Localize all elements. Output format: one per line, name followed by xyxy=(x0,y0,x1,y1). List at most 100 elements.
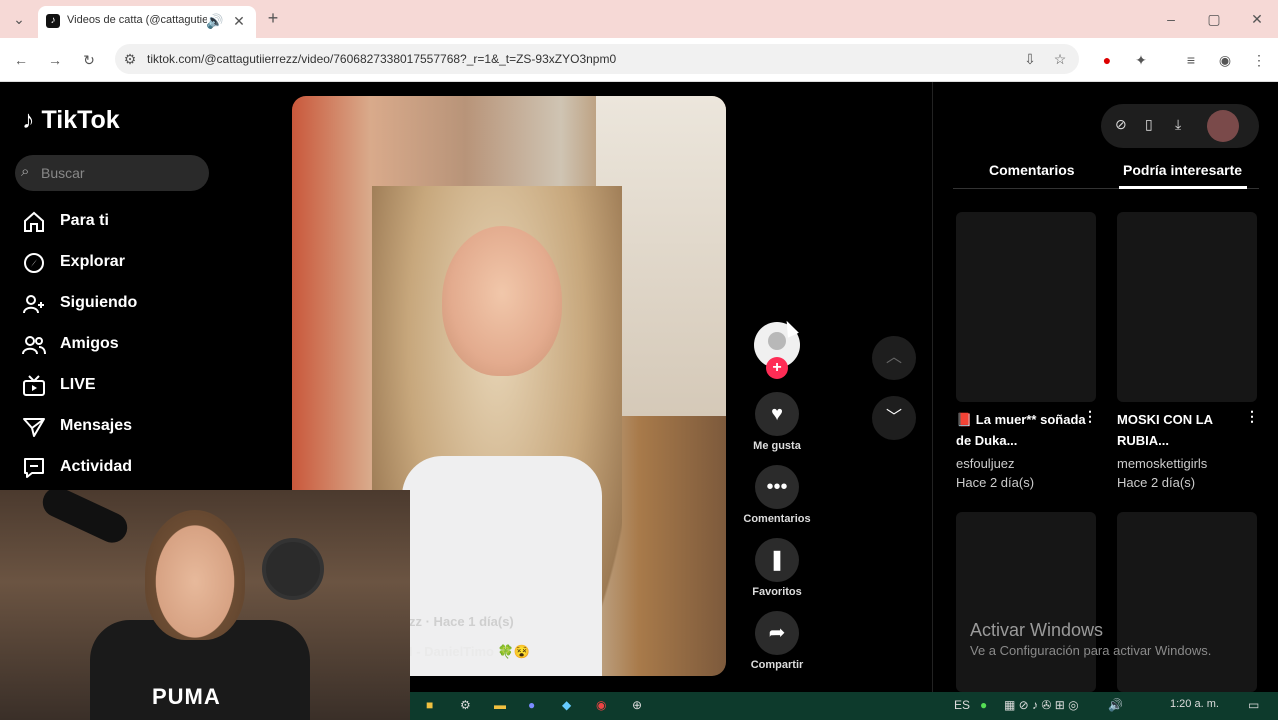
browser-tab-bar: ⌄ ♪ Videos de catta (@cattagutierrezz) 🔊… xyxy=(0,0,1278,38)
app-icon-2[interactable]: ⚙ xyxy=(460,698,471,712)
video-tools-pill: ⊘ ▯ ⤓ xyxy=(1101,104,1259,148)
share-button[interactable]: ➦ Compartir xyxy=(738,611,816,671)
maximize-button[interactable]: ▢ xyxy=(1205,11,1223,27)
app-icon-7[interactable]: ⊕ xyxy=(632,698,642,712)
more-options-icon[interactable]: ⋮ xyxy=(1083,408,1097,425)
device-icon[interactable]: ▯ xyxy=(1145,116,1153,133)
share-label: Compartir xyxy=(750,659,804,671)
suggestion-title[interactable]: 📕 La muer** soñada de Duka... xyxy=(956,409,1086,451)
share-icon: ➦ xyxy=(755,611,799,655)
search-icon: ⌕ xyxy=(21,163,30,180)
suggestion-thumbnail[interactable] xyxy=(956,212,1096,402)
tab-search-icon[interactable]: ⌄ xyxy=(10,11,28,27)
compass-icon xyxy=(24,253,44,273)
tab-title: Videos de catta (@cattagutierrezz) xyxy=(67,14,207,26)
live-icon xyxy=(23,375,45,396)
menu-icon[interactable]: ⋮ xyxy=(1250,52,1268,68)
nav-label: Siguiendo xyxy=(60,294,138,311)
friends-icon xyxy=(22,336,46,355)
more-options-icon[interactable]: ⋮ xyxy=(1245,408,1259,425)
chrome-icon[interactable]: ◉ xyxy=(596,698,606,712)
nav-label: Amigos xyxy=(60,335,119,352)
clock[interactable]: 1:20 a. m. xyxy=(1170,698,1219,710)
next-video-button[interactable]: ﹀ xyxy=(872,396,916,440)
tiktok-logo[interactable]: ♪ TikTok xyxy=(22,106,120,135)
nav-label: Actividad xyxy=(60,458,133,475)
favorites-label: Favoritos xyxy=(752,586,802,598)
microphone-arm xyxy=(37,490,133,548)
favorites-button[interactable]: ❚ Favoritos xyxy=(738,538,816,598)
tab-podria-interesarte[interactable]: Podría interesarte xyxy=(1123,162,1242,178)
shirt-logo-text: PUMA xyxy=(152,684,221,709)
suggestion-thumbnail[interactable] xyxy=(1117,512,1257,692)
nav-label: Explorar xyxy=(60,253,125,270)
suggestion-user[interactable]: esfouljuez xyxy=(956,456,1015,471)
tiktok-favicon-icon: ♪ xyxy=(46,14,60,28)
file-explorer-icon[interactable]: ▬ xyxy=(494,698,506,712)
language-indicator[interactable]: ES xyxy=(954,698,970,712)
browser-tab[interactable]: ♪ Videos de catta (@cattagutierrezz) 🔊 ✕ xyxy=(38,6,256,38)
url-field[interactable]: ⚙ tiktok.com/@cattagutiierrezz/video/760… xyxy=(115,44,1079,74)
explore-icon[interactable]: ⊘ xyxy=(1115,116,1127,133)
download-icon[interactable]: ⤓ xyxy=(1175,116,1181,133)
profile-avatar[interactable]: ◉ xyxy=(1216,52,1234,68)
chevron-down-icon: ﹀ xyxy=(885,409,902,426)
home-icon xyxy=(24,211,44,232)
suggestion-title[interactable]: MOSKI CON LA RUBIA... xyxy=(1117,409,1247,451)
volume-icon[interactable]: 🔊 xyxy=(1108,698,1123,712)
site-info-icon[interactable]: ⚙ xyxy=(121,51,139,67)
heart-icon: ♥ xyxy=(755,392,799,436)
suggestion-user[interactable]: memoskettigirls xyxy=(1117,456,1207,471)
video-author-date[interactable]: zz · Hace 1 día(s) xyxy=(409,614,514,629)
logo-text: TikTok xyxy=(41,106,120,134)
like-label: Me gusta xyxy=(753,440,801,452)
comments-button[interactable]: ••• Comentarios xyxy=(738,465,816,525)
active-tab-indicator xyxy=(1119,186,1247,189)
address-toolbar: ← → ↻ ⚙ tiktok.com/@cattagutiierrezz/vid… xyxy=(0,38,1278,82)
follow-button[interactable]: + xyxy=(766,357,788,379)
suggestion-date: Hace 2 día(s) xyxy=(1117,475,1196,490)
new-tab-button[interactable]: + xyxy=(264,9,282,27)
notification-icon[interactable]: ▭ xyxy=(1248,698,1259,712)
search-placeholder: Buscar xyxy=(41,165,85,181)
close-window-button[interactable]: ✕ xyxy=(1248,11,1266,27)
user-avatar[interactable] xyxy=(1207,110,1239,142)
like-button[interactable]: ♥ Me gusta xyxy=(738,392,816,452)
webcam-overlay: PUMA xyxy=(0,490,410,720)
media-icon[interactable]: ≡ xyxy=(1182,52,1200,68)
suggestion-thumbnail[interactable] xyxy=(956,512,1096,692)
tray-icons[interactable]: ▦ ⊘ ♪ ✇ ⊞ ◎ xyxy=(1004,698,1079,712)
reload-icon[interactable]: ↻ xyxy=(80,52,98,68)
video-subject-shirt xyxy=(402,456,602,676)
previous-video-button[interactable]: ︿ xyxy=(872,336,916,380)
app-icon-1[interactable]: ■ xyxy=(426,698,433,712)
opera-icon[interactable]: ● xyxy=(1098,52,1116,68)
whatsapp-icon[interactable]: ● xyxy=(980,698,987,712)
video-subject-face xyxy=(442,226,562,376)
url-text: tiktok.com/@cattagutiierrezz/video/76068… xyxy=(147,52,617,66)
back-icon[interactable]: ← xyxy=(12,52,30,68)
default-avatar-icon xyxy=(768,332,786,350)
install-icon[interactable]: ⇩ xyxy=(1021,51,1039,67)
desk-fan xyxy=(262,538,324,600)
search-input[interactable]: ⌕ Buscar xyxy=(15,155,209,191)
suggestion-date: Hace 2 día(s) xyxy=(956,475,1035,490)
star-icon[interactable]: ☆ xyxy=(1051,51,1069,67)
comments-label: Comentarios xyxy=(743,513,811,525)
extensions-icon[interactable]: ✦ xyxy=(1132,52,1150,68)
nav-label: Para ti xyxy=(60,212,109,229)
windows-taskbar: ■ ⚙ ▬ ● ◆ ◉ ⊕ ES ● ▦ ⊘ ♪ ✇ ⊞ ◎ 🔊 1:20 a.… xyxy=(410,692,1278,720)
video-caption: I - DanielTimo 🍀😵 xyxy=(409,644,530,659)
logo-note-icon: ♪ xyxy=(22,106,35,134)
audio-icon[interactable]: 🔊 xyxy=(206,13,224,29)
chevron-up-icon: ︿ xyxy=(885,349,902,366)
minimize-button[interactable]: – xyxy=(1162,11,1180,27)
app-icon-5[interactable]: ◆ xyxy=(562,698,571,712)
nav-label: Mensajes xyxy=(60,417,133,434)
suggestion-thumbnail[interactable] xyxy=(1117,212,1257,402)
tab-close-icon[interactable]: ✕ xyxy=(230,13,248,29)
forward-icon[interactable]: → xyxy=(46,52,64,68)
discord-icon[interactable]: ● xyxy=(528,698,535,712)
send-icon xyxy=(23,418,45,437)
tab-comentarios[interactable]: Comentarios xyxy=(989,162,1075,178)
